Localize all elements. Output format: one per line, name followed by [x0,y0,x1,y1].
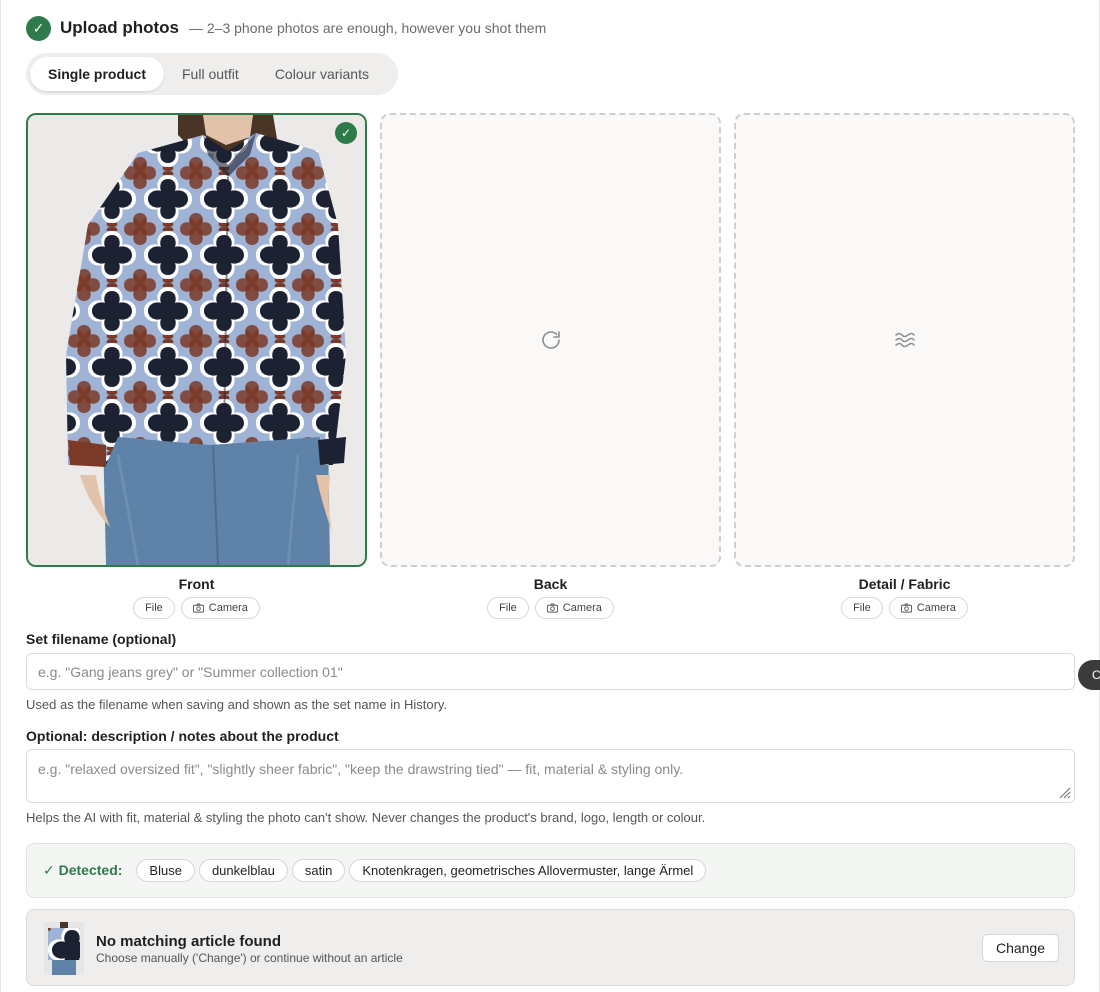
camera-capture-button[interactable]: Camera [888,597,968,619]
camera-icon [192,603,204,613]
photo-slot-front[interactable]: ✓ [26,113,367,567]
file-upload-button[interactable]: File [841,597,883,619]
detected-tag[interactable]: Bluse [136,859,195,882]
photo-slot-back[interactable] [380,113,721,567]
notes-label: Optional: description / notes about the … [26,728,339,744]
file-upload-button[interactable]: File [487,597,529,619]
article-match-panel: No matching article found Choose manuall… [26,909,1075,986]
camera-button-label: Camera [916,602,956,614]
tab-colour-variants[interactable]: Colour variants [257,57,387,91]
filename-input[interactable]: e.g. "Gang jeans grey" or "Summer collec… [26,653,1075,690]
file-button-label: File [145,602,163,614]
tab-full-outfit[interactable]: Full outfit [164,57,257,91]
camera-button-label: Camera [208,602,248,614]
detected-label: ✓ Detected: [43,862,123,878]
notes-help-text: Helps the AI with fit, material & stylin… [26,810,706,825]
photo-slot-detail-fabric[interactable] [734,113,1075,567]
slot-label-front: Front [178,576,215,592]
slot-actions-back: File Camera [380,597,721,619]
fabric-waves-icon [894,332,915,348]
section-complete-check-icon: ✓ [26,15,51,41]
slot-filled-check-icon: ✓ [335,122,357,144]
notes-textarea[interactable]: e.g. "relaxed oversized fit", "slightly … [26,749,1075,803]
side-panel-tab-label: C [1092,668,1100,682]
slot-label-back: Back [533,576,568,592]
slot-actions-detail: File Camera [734,597,1075,619]
resize-handle-icon[interactable] [1057,785,1071,799]
file-button-label: File [499,602,517,614]
article-status-title: No matching article found [96,933,282,950]
detected-attributes-panel: ✓ Detected: Bluse dunkelblau satin Knote… [26,843,1075,898]
article-thumbnail [44,922,84,975]
detected-tag[interactable]: dunkelblau [198,859,288,882]
detected-tag[interactable]: satin [291,859,346,882]
side-panel-tab[interactable]: C [1078,660,1100,690]
slot-actions-front: File Camera [26,597,367,619]
change-article-button[interactable]: Change [981,934,1059,962]
slot-label-detail: Detail / Fabric [858,576,951,592]
filename-label: Set filename (optional) [26,631,177,647]
camera-icon [900,603,912,613]
detected-tag[interactable]: Knotenkragen, geometrisches Allovermuste… [349,859,707,882]
article-status-subtitle: Choose manually ('Change') or continue w… [96,951,403,965]
file-button-label: File [853,602,871,614]
filename-help-text: Used as the filename when saving and sho… [26,697,448,712]
filename-placeholder: e.g. "Gang jeans grey" or "Summer collec… [38,663,343,680]
section-subtitle: — 2–3 phone photos are enough, however y… [188,20,547,36]
notes-placeholder: e.g. "relaxed oversized fit", "slightly … [38,761,684,777]
camera-capture-button[interactable]: Camera [180,597,260,619]
camera-button-label: Camera [562,602,602,614]
section-header: ✓ Upload photos — 2–3 phone photos are e… [26,15,546,41]
file-upload-button[interactable]: File [133,597,175,619]
uploaded-front-photo [28,115,365,565]
camera-icon [546,603,558,613]
tab-single-product[interactable]: Single product [30,57,164,91]
section-title: Upload photos [60,18,179,37]
rotate-icon [541,331,560,349]
camera-capture-button[interactable]: Camera [534,597,614,619]
upload-mode-tabs: Single product Full outfit Colour varian… [26,53,398,95]
